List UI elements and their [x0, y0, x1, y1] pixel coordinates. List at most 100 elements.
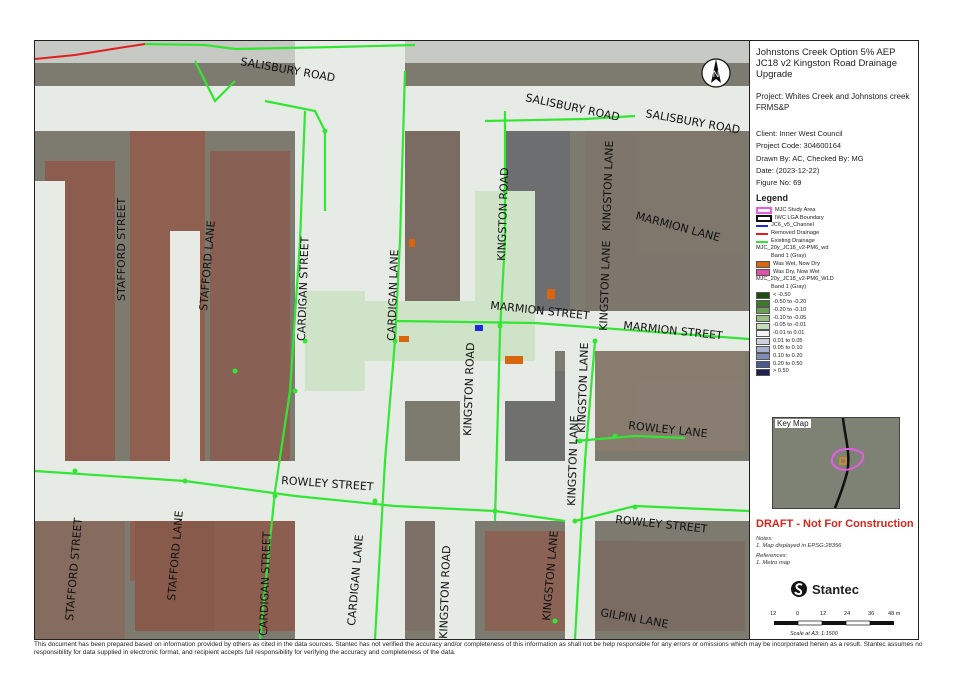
title-line-3: Upgrade	[756, 69, 793, 80]
scale-tick-label: 12	[770, 611, 777, 617]
legend-label: MJC_20y_JC18_v2-PM6_wd	[756, 245, 829, 252]
legend-item: -0.05 to -0.01	[756, 322, 916, 330]
legend-label: IWC LGA Boundary	[775, 214, 824, 221]
legend-item: 0.20 to 0.50	[756, 361, 916, 369]
legend-item: Band 1 (Gray)	[756, 253, 916, 261]
date-line: Date: (2023-12-22)	[756, 166, 820, 175]
legend-label: 0.01 to 0.05	[773, 337, 803, 344]
scale-bar-graphic	[774, 620, 894, 626]
disclaimer: This document has been prepared based on…	[34, 641, 923, 656]
note-1: 1. Map displayed in EPSG:28356	[756, 543, 842, 549]
legend-item: Existing Drainage	[756, 238, 916, 246]
project-code-line: Project Code: 304600164	[756, 141, 842, 150]
legend-item: -0.50 to -0.20	[756, 299, 916, 307]
legend-label: Existing Drainage	[771, 237, 815, 244]
legend-item: MJC Study Area	[756, 207, 916, 215]
legend-swatch	[756, 291, 770, 299]
scale-tick-label: 12	[820, 611, 827, 617]
legend-label: -0.20 to -0.10	[773, 306, 807, 313]
info-panel: Johnstons Creek Option 5% AEP JC18 v2 Ki…	[750, 41, 918, 639]
project-block: Project: Whites Creek and Johnstons cree…	[756, 91, 914, 113]
stantec-logo: Stantec	[790, 580, 859, 598]
legend-item: > 0.50	[756, 368, 916, 376]
legend-label: Was Wet, Now Dry	[773, 260, 820, 267]
legend-label: JC6_v5_Channel	[771, 222, 814, 229]
notes-block: Notes: 1. Map displayed in EPSG:28356 Re…	[756, 536, 841, 567]
title-line-1: Johnstons Creek Option 5% AEP	[756, 47, 896, 58]
scale-note: Scale at A3: 1:1500	[790, 631, 838, 637]
title-line-2: JC18 v2 Kingston Road Drainage	[756, 58, 898, 69]
legend-item: MJC_20y_JC18_v2-PM6_wd	[756, 245, 916, 253]
legend: MJC Study Area IWC LGA Boundary JC6_v5_Cha…	[756, 207, 916, 376]
legend-swatch	[756, 215, 772, 223]
legend-label: < -0.50	[773, 291, 791, 298]
key-map[interactable]: Key Map	[772, 417, 900, 509]
legend-swatch	[756, 240, 768, 243]
legend-item: 0.01 to 0.05	[756, 338, 916, 346]
drawn-by-line: Drawn By: AC, Checked By: MG	[756, 154, 864, 163]
stantec-logo-icon	[791, 581, 807, 597]
legend-swatch	[756, 232, 768, 235]
legend-label: MJC_20y_JC18_v2-PM6_WLD	[756, 276, 834, 283]
legend-swatch	[756, 353, 770, 361]
legend-label: Band 1 (Gray)	[771, 283, 807, 290]
legend-swatch	[756, 268, 770, 276]
legend-swatch	[756, 225, 768, 228]
legend-label: Band 1 (Gray)	[771, 253, 807, 260]
legend-swatch	[756, 322, 770, 330]
north-arrow-icon: N	[701, 58, 731, 88]
legend-swatch	[756, 299, 770, 307]
legend-swatch	[756, 368, 770, 376]
key-map-image	[773, 418, 899, 508]
map-canvas[interactable]: SALISBURY ROAD SALISBURY ROAD SALISBURY …	[35, 41, 750, 639]
scale-tick-label: 0	[796, 611, 800, 617]
legend-item: Was Wet, Now Dry	[756, 261, 916, 269]
map-sheet: SALISBURY ROAD SALISBURY ROAD SALISBURY …	[34, 40, 919, 640]
legend-item: JC6_v5_Channel	[756, 222, 916, 230]
legend-swatch	[756, 361, 770, 369]
legend-label: Removed Drainage	[771, 230, 820, 237]
legend-swatch	[756, 207, 772, 215]
legend-item: Was Dry, Now Wet	[756, 269, 916, 277]
legend-item: -0.10 to -0.05	[756, 315, 916, 323]
references-title: References:	[756, 553, 788, 559]
map-svg: SALISBURY ROAD SALISBURY ROAD SALISBURY …	[35, 41, 749, 639]
legend-label: 0.10 to 0.20	[773, 353, 803, 360]
legend-label: -0.50 to -0.20	[773, 299, 807, 306]
label-stafford-street-north: STAFFORD STREET	[115, 197, 128, 301]
legend-item: Band 1 (Gray)	[756, 284, 916, 292]
legend-item: 0.05 to 0.10	[756, 345, 916, 353]
key-map-label: Key Map	[775, 419, 811, 428]
legend-swatch	[756, 261, 770, 269]
scale-tick-label: 24	[844, 611, 851, 617]
draft-stamp: DRAFT - Not For Construction	[756, 518, 914, 530]
client-line: Client: Inner West Council	[756, 129, 843, 138]
reference-1: 1. Metro map	[756, 560, 791, 566]
svg-text:N: N	[713, 69, 720, 79]
notes-title: Notes:	[756, 536, 773, 542]
figure-no-line: Figure No: 69	[756, 178, 802, 187]
legend-swatch	[756, 330, 770, 338]
scale-tick-label: 36	[868, 611, 875, 617]
legend-label: > 0.50	[773, 368, 789, 375]
scale-tick-label: 48 m	[888, 611, 901, 617]
legend-swatch	[756, 314, 770, 322]
scale-tick-labels: 12 0 12 24 36 48 m	[770, 611, 912, 619]
legend-item: < -0.50	[756, 292, 916, 300]
project-label: Project:	[756, 92, 784, 101]
legend-item: IWC LGA Boundary	[756, 215, 916, 223]
legend-title: Legend	[756, 193, 789, 203]
legend-item: -0.20 to -0.10	[756, 307, 916, 315]
legend-swatch	[756, 345, 770, 353]
legend-swatch	[756, 307, 770, 315]
legend-item: Removed Drainage	[756, 230, 916, 238]
legend-label: 0.05 to 0.10	[773, 345, 803, 352]
logo-text: Stantec	[812, 581, 859, 597]
legend-swatch	[756, 338, 770, 346]
legend-label: Was Dry, Now Wet	[773, 268, 820, 275]
legend-item: 0.10 to 0.20	[756, 353, 916, 361]
legend-item: MJC_20y_JC18_v2-PM6_WLD	[756, 276, 916, 284]
legend-label: -0.05 to -0.01	[773, 322, 807, 329]
legend-label: -0.10 to -0.05	[773, 314, 807, 321]
legend-label: 0.20 to 0.50	[773, 360, 803, 367]
